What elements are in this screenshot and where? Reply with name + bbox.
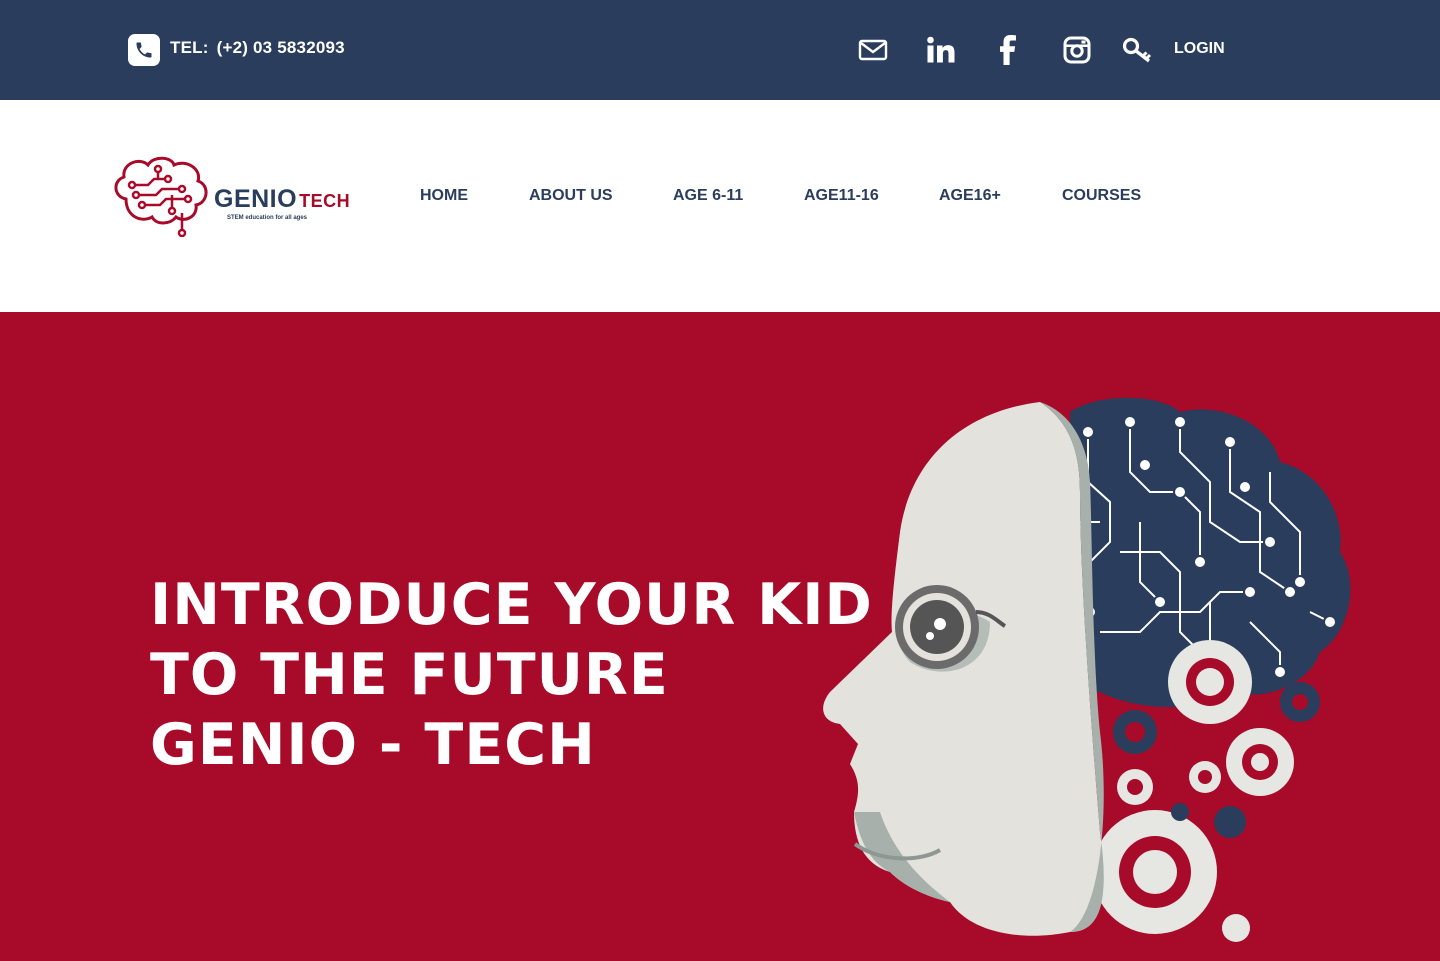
hero-line-2: TO THE FUTURE (150, 642, 669, 708)
nav-age-6-11[interactable]: AGE 6-11 (673, 187, 743, 205)
nav-home[interactable]: HOME (420, 187, 468, 205)
hero-banner: INTRODUCE YOUR KID TO THE FUTURE GENIO -… (0, 312, 1440, 961)
nav-about-us[interactable]: ABOUT US (529, 187, 613, 205)
hero-line-1: INTRODUCE YOUR KID (150, 572, 873, 638)
nav-age-16-plus[interactable]: AGE16+ (939, 187, 1001, 205)
facebook-icon (1000, 35, 1016, 65)
logo-name-main: GENIO (214, 185, 298, 213)
mail-icon (858, 39, 888, 61)
linkedin-icon (927, 36, 955, 63)
hero-headline: INTRODUCE YOUR KID TO THE FUTURE GENIO -… (150, 570, 873, 780)
top-bar: TEL: (+2) 03 5832093 LOGIN (0, 0, 1440, 100)
linkedin-link[interactable] (924, 33, 958, 67)
hero-line-3: GENIO - TECH (150, 712, 596, 778)
phone-icon (128, 34, 160, 66)
logo-tagline: STEM education for all ages (227, 215, 308, 221)
instagram-icon (1063, 36, 1091, 64)
login-link[interactable]: LOGIN (1174, 40, 1225, 58)
nav-age-11-16[interactable]: AGE11-16 (804, 187, 879, 205)
facebook-link[interactable] (992, 33, 1026, 67)
phone-number[interactable]: TEL: (+2) 03 5832093 (170, 38, 345, 58)
tel-label: TEL: (170, 38, 209, 57)
nav-courses[interactable]: COURSES (1062, 187, 1141, 205)
key-icon (1122, 37, 1152, 63)
instagram-link[interactable] (1060, 33, 1094, 67)
main-header: GENIO TECH STEM education for all ages HO… (0, 100, 1440, 312)
mail-link[interactable] (856, 33, 890, 67)
logo-wordmark: GENIO TECH (214, 185, 350, 214)
genio-tech-logo[interactable]: GENIO TECH STEM education for all ages (112, 155, 352, 238)
robot-head-illustration (823, 397, 1351, 942)
login-key-link[interactable] (1121, 33, 1155, 67)
logo-name-accent: TECH (299, 191, 351, 211)
brain-circuit-logo-icon (114, 156, 208, 238)
tel-number: (+2) 03 5832093 (216, 38, 345, 57)
